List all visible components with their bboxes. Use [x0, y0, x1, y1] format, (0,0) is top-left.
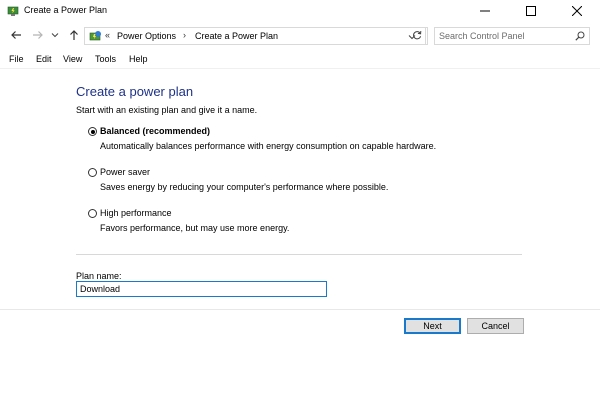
plan-option-high-performance[interactable]: High performance Favors performance, but…	[88, 208, 508, 238]
maximize-button[interactable]	[508, 0, 554, 22]
next-button[interactable]: Next	[404, 318, 461, 334]
menu-view[interactable]: View	[63, 54, 82, 64]
control-panel-icon	[89, 30, 102, 43]
option-description: Automatically balances performance with …	[100, 141, 437, 151]
menu-help[interactable]: Help	[129, 54, 148, 64]
menu-tools[interactable]: Tools	[95, 54, 116, 64]
breadcrumb-overflow[interactable]: «	[105, 30, 110, 40]
footer-divider	[0, 309, 600, 310]
chevron-down-icon	[51, 31, 59, 41]
option-label[interactable]: Balanced (recommended)	[100, 126, 210, 136]
search-input[interactable]	[439, 29, 569, 43]
minimize-button[interactable]	[462, 0, 508, 22]
page-subtitle: Start with an existing plan and give it …	[76, 105, 258, 115]
section-divider	[76, 254, 522, 255]
radio-high-performance[interactable]	[88, 209, 97, 218]
option-label[interactable]: High performance	[100, 208, 172, 218]
cancel-button[interactable]: Cancel	[467, 318, 524, 334]
arrow-left-icon	[10, 29, 22, 43]
close-icon	[572, 6, 582, 16]
arrow-up-icon	[68, 29, 80, 43]
title-bar: Create a Power Plan	[0, 0, 600, 22]
arrow-right-icon	[32, 29, 44, 43]
navigation-bar: « Power Options › Create a Power Plan	[0, 24, 600, 50]
search-icon[interactable]	[575, 31, 585, 43]
back-button[interactable]	[9, 29, 23, 43]
breadcrumb-power-options[interactable]: Power Options	[117, 31, 176, 41]
plan-option-power-saver[interactable]: Power saver Saves energy by reducing you…	[88, 167, 508, 197]
up-button[interactable]	[67, 29, 81, 43]
forward-button[interactable]	[31, 29, 45, 43]
radio-balanced[interactable]	[88, 127, 97, 136]
recent-locations-button[interactable]	[50, 29, 60, 43]
plan-option-balanced[interactable]: Balanced (recommended) Automatically bal…	[88, 126, 508, 156]
menu-file[interactable]: File	[9, 54, 24, 64]
page-title: Create a power plan	[76, 84, 194, 99]
plan-name-field[interactable]	[76, 281, 327, 297]
option-description: Favors performance, but may use more ene…	[100, 223, 290, 233]
breadcrumb-separator[interactable]: ›	[183, 30, 186, 40]
search-box[interactable]	[434, 27, 590, 45]
close-button[interactable]	[554, 0, 600, 22]
refresh-button[interactable]	[408, 27, 426, 45]
address-bar[interactable]: « Power Options › Create a Power Plan	[84, 27, 428, 45]
option-description: Saves energy by reducing your computer's…	[100, 182, 389, 192]
option-label[interactable]: Power saver	[100, 167, 150, 177]
radio-power-saver[interactable]	[88, 168, 97, 177]
refresh-icon	[412, 30, 422, 42]
breadcrumb-create-power-plan[interactable]: Create a Power Plan	[195, 31, 278, 41]
menu-bar: File Edit View Tools Help	[0, 51, 600, 69]
window-title: Create a Power Plan	[24, 5, 108, 15]
minimize-icon	[480, 6, 490, 16]
maximize-icon	[526, 6, 536, 16]
power-options-icon	[7, 5, 19, 17]
plan-name-label: Plan name:	[76, 271, 122, 281]
main-content: Create a power plan Start with an existi…	[0, 68, 600, 398]
menu-edit[interactable]: Edit	[36, 54, 52, 64]
